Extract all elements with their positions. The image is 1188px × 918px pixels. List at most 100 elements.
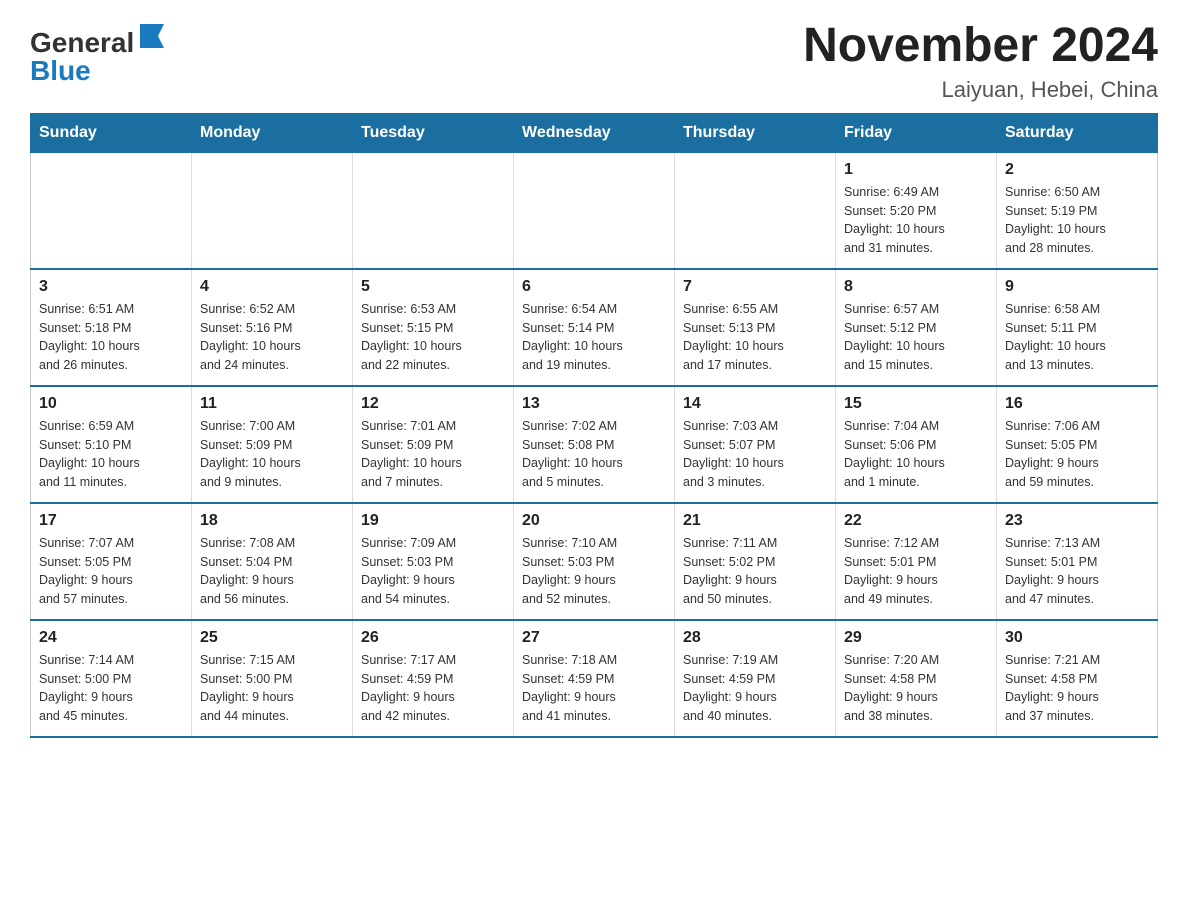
day-info: Sunrise: 7:00 AM Sunset: 5:09 PM Dayligh… (200, 417, 344, 492)
day-info: Sunrise: 7:08 AM Sunset: 5:04 PM Dayligh… (200, 534, 344, 609)
day-number: 25 (200, 629, 344, 647)
calendar-day-cell: 4 Sunrise: 6:52 AM Sunset: 5:16 PM Daylig… (192, 269, 353, 386)
calendar-day-cell (675, 152, 836, 269)
calendar-day-cell: 1 Sunrise: 6:49 AM Sunset: 5:20 PM Daylig… (836, 152, 997, 269)
page-header: General Blue November 2024 Laiyuan, Hebe… (30, 20, 1158, 103)
calendar-day-cell: 7 Sunrise: 6:55 AM Sunset: 5:13 PM Daylig… (675, 269, 836, 386)
day-info: Sunrise: 7:18 AM Sunset: 4:59 PM Dayligh… (522, 651, 666, 726)
weekday-header-saturday: Saturday (997, 113, 1158, 152)
day-info: Sunrise: 7:06 AM Sunset: 5:05 PM Dayligh… (1005, 417, 1149, 492)
day-info: Sunrise: 7:07 AM Sunset: 5:05 PM Dayligh… (39, 534, 183, 609)
calendar-day-cell: 14 Sunrise: 7:03 AM Sunset: 5:07 PM Dayli… (675, 386, 836, 503)
day-info: Sunrise: 6:52 AM Sunset: 5:16 PM Dayligh… (200, 300, 344, 375)
day-number: 18 (200, 512, 344, 530)
calendar-day-cell: 27Sunrise: 7:18 AM Sunset: 4:59 PM Dayli… (514, 620, 675, 737)
calendar-title-block: November 2024 Laiyuan, Hebei, China (803, 20, 1158, 103)
day-number: 6 (522, 278, 666, 296)
day-info: Sunrise: 7:14 AM Sunset: 5:00 PM Dayligh… (39, 651, 183, 726)
day-info: Sunrise: 6:59 AM Sunset: 5:10 PM Dayligh… (39, 417, 183, 492)
weekday-header-sunday: Sunday (31, 113, 192, 152)
calendar-week-row: 17 Sunrise: 7:07 AM Sunset: 5:05 PM Dayli… (31, 503, 1158, 620)
day-number: 2 (1005, 161, 1149, 179)
calendar-day-cell: 25 Sunrise: 7:15 AM Sunset: 5:00 PM Dayli… (192, 620, 353, 737)
day-number: 12 (361, 395, 505, 413)
logo-flag-icon (136, 20, 168, 52)
calendar-day-cell: 15 Sunrise: 7:04 AM Sunset: 5:06 PM Dayli… (836, 386, 997, 503)
day-number: 28 (683, 629, 827, 647)
day-number: 16 (1005, 395, 1149, 413)
calendar-week-row: 1 Sunrise: 6:49 AM Sunset: 5:20 PM Daylig… (31, 152, 1158, 269)
day-info: Sunrise: 6:55 AM Sunset: 5:13 PM Dayligh… (683, 300, 827, 375)
day-number: 17 (39, 512, 183, 530)
calendar-month-year: November 2024 (803, 20, 1158, 73)
day-info: Sunrise: 6:50 AM Sunset: 5:19 PM Dayligh… (1005, 183, 1149, 258)
day-info: Sunrise: 7:02 AM Sunset: 5:08 PM Dayligh… (522, 417, 666, 492)
day-info: Sunrise: 7:17 AM Sunset: 4:59 PM Dayligh… (361, 651, 505, 726)
day-info: Sunrise: 7:13 AM Sunset: 5:01 PM Dayligh… (1005, 534, 1149, 609)
day-number: 20 (522, 512, 666, 530)
day-info: Sunrise: 7:19 AM Sunset: 4:59 PM Dayligh… (683, 651, 827, 726)
logo-general-text: General (30, 27, 134, 58)
calendar-week-row: 3Sunrise: 6:51 AM Sunset: 5:18 PM Daylig… (31, 269, 1158, 386)
day-number: 21 (683, 512, 827, 530)
day-number: 13 (522, 395, 666, 413)
day-number: 1 (844, 161, 988, 179)
day-info: Sunrise: 7:03 AM Sunset: 5:07 PM Dayligh… (683, 417, 827, 492)
weekday-header-thursday: Thursday (675, 113, 836, 152)
weekday-header-friday: Friday (836, 113, 997, 152)
day-number: 23 (1005, 512, 1149, 530)
day-info: Sunrise: 7:04 AM Sunset: 5:06 PM Dayligh… (844, 417, 988, 492)
day-number: 8 (844, 278, 988, 296)
calendar-day-cell: 17 Sunrise: 7:07 AM Sunset: 5:05 PM Dayli… (31, 503, 192, 620)
day-info: Sunrise: 6:49 AM Sunset: 5:20 PM Dayligh… (844, 183, 988, 258)
calendar-location: Laiyuan, Hebei, China (803, 77, 1158, 103)
calendar-day-cell: 6Sunrise: 6:54 AM Sunset: 5:14 PM Daylig… (514, 269, 675, 386)
calendar-day-cell (514, 152, 675, 269)
day-number: 3 (39, 278, 183, 296)
day-info: Sunrise: 7:12 AM Sunset: 5:01 PM Dayligh… (844, 534, 988, 609)
day-number: 14 (683, 395, 827, 413)
day-number: 24 (39, 629, 183, 647)
weekday-header-monday: Monday (192, 113, 353, 152)
day-info: Sunrise: 6:57 AM Sunset: 5:12 PM Dayligh… (844, 300, 988, 375)
calendar-day-cell: 29Sunrise: 7:20 AM Sunset: 4:58 PM Dayli… (836, 620, 997, 737)
day-info: Sunrise: 7:15 AM Sunset: 5:00 PM Dayligh… (200, 651, 344, 726)
day-number: 7 (683, 278, 827, 296)
calendar-day-cell: 16 Sunrise: 7:06 AM Sunset: 5:05 PM Dayli… (997, 386, 1158, 503)
logo-blue-text: Blue (30, 55, 168, 87)
calendar-day-cell: 2 Sunrise: 6:50 AM Sunset: 5:19 PM Daylig… (997, 152, 1158, 269)
calendar-day-cell: 28 Sunrise: 7:19 AM Sunset: 4:59 PM Dayli… (675, 620, 836, 737)
day-number: 15 (844, 395, 988, 413)
day-info: Sunrise: 7:01 AM Sunset: 5:09 PM Dayligh… (361, 417, 505, 492)
day-number: 29 (844, 629, 988, 647)
calendar-day-cell: 5 Sunrise: 6:53 AM Sunset: 5:15 PM Daylig… (353, 269, 514, 386)
calendar-day-cell: 11 Sunrise: 7:00 AM Sunset: 5:09 PM Dayli… (192, 386, 353, 503)
calendar-day-cell: 26Sunrise: 7:17 AM Sunset: 4:59 PM Dayli… (353, 620, 514, 737)
calendar-day-cell: 8 Sunrise: 6:57 AM Sunset: 5:12 PM Daylig… (836, 269, 997, 386)
day-number: 5 (361, 278, 505, 296)
calendar-week-row: 24 Sunrise: 7:14 AM Sunset: 5:00 PM Dayli… (31, 620, 1158, 737)
day-number: 22 (844, 512, 988, 530)
calendar-day-cell (353, 152, 514, 269)
weekday-header-wednesday: Wednesday (514, 113, 675, 152)
calendar-day-cell: 13 Sunrise: 7:02 AM Sunset: 5:08 PM Dayli… (514, 386, 675, 503)
calendar-day-cell: 23 Sunrise: 7:13 AM Sunset: 5:01 PM Dayli… (997, 503, 1158, 620)
calendar-day-cell: 30Sunrise: 7:21 AM Sunset: 4:58 PM Dayli… (997, 620, 1158, 737)
weekday-header-row: SundayMondayTuesdayWednesdayThursdayFrid… (31, 113, 1158, 152)
day-number: 11 (200, 395, 344, 413)
calendar-day-cell: 3Sunrise: 6:51 AM Sunset: 5:18 PM Daylig… (31, 269, 192, 386)
calendar-table: SundayMondayTuesdayWednesdayThursdayFrid… (30, 113, 1158, 738)
logo: General Blue (30, 20, 168, 87)
calendar-day-cell: 19Sunrise: 7:09 AM Sunset: 5:03 PM Dayli… (353, 503, 514, 620)
calendar-day-cell: 9Sunrise: 6:58 AM Sunset: 5:11 PM Daylig… (997, 269, 1158, 386)
calendar-day-cell: 21 Sunrise: 7:11 AM Sunset: 5:02 PM Dayli… (675, 503, 836, 620)
day-info: Sunrise: 7:11 AM Sunset: 5:02 PM Dayligh… (683, 534, 827, 609)
day-number: 19 (361, 512, 505, 530)
day-number: 9 (1005, 278, 1149, 296)
day-number: 10 (39, 395, 183, 413)
day-number: 4 (200, 278, 344, 296)
day-info: Sunrise: 6:53 AM Sunset: 5:15 PM Dayligh… (361, 300, 505, 375)
calendar-day-cell: 12 Sunrise: 7:01 AM Sunset: 5:09 PM Dayli… (353, 386, 514, 503)
calendar-day-cell: 24 Sunrise: 7:14 AM Sunset: 5:00 PM Dayli… (31, 620, 192, 737)
calendar-day-cell: 18 Sunrise: 7:08 AM Sunset: 5:04 PM Dayli… (192, 503, 353, 620)
